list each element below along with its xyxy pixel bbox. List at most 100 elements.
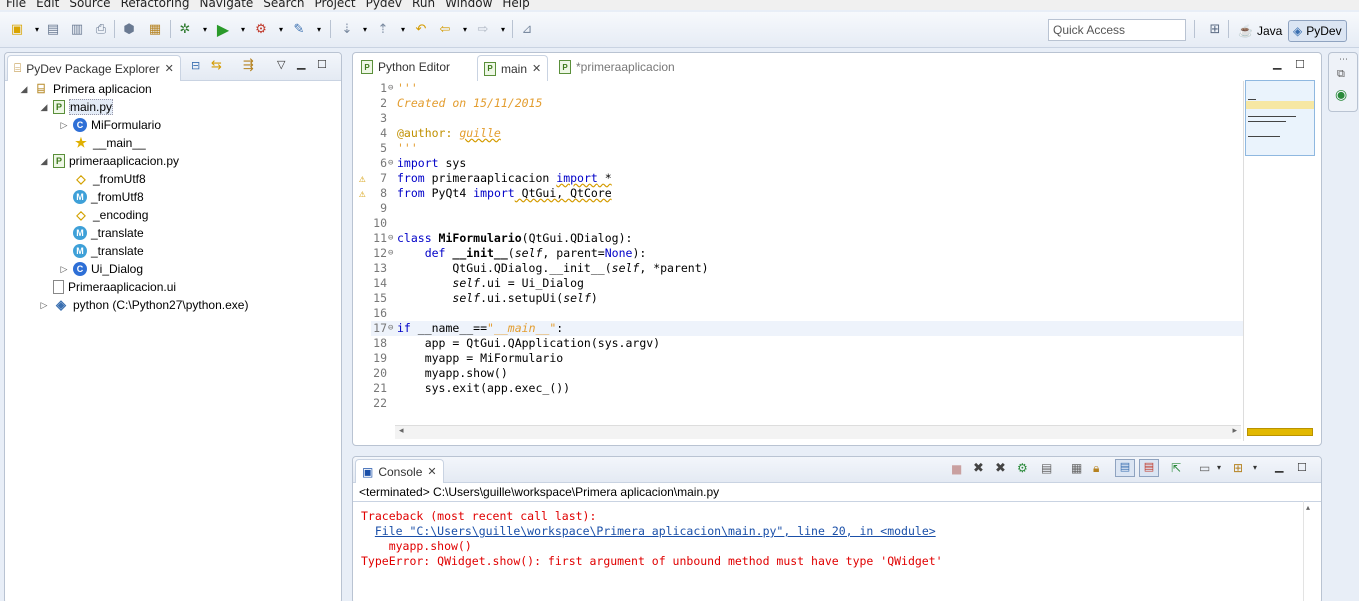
menu-help[interactable]: Help xyxy=(502,0,535,10)
show-on-stderr-icon[interactable]: ▤ xyxy=(1139,459,1159,477)
dropdown-arrow-icon[interactable]: ▾ xyxy=(272,20,290,38)
collapsed-icon[interactable]: ▷ xyxy=(59,120,69,131)
tree-item[interactable]: ◢ P primeraaplicacion.py xyxy=(39,152,179,170)
close-icon[interactable]: ✕ xyxy=(427,465,436,478)
menu-window[interactable]: Window xyxy=(445,0,498,10)
tree-item[interactable]: M _translate xyxy=(59,224,144,242)
next-annotation-icon[interactable]: ⇣ xyxy=(338,20,356,38)
menu-project[interactable]: Project xyxy=(315,0,362,10)
new-file-icon[interactable]: ▣ xyxy=(8,20,26,38)
collapsed-icon[interactable]: ▷ xyxy=(59,264,69,275)
minimap[interactable] xyxy=(1245,80,1315,156)
dropdown-arrow-icon[interactable]: ▾ xyxy=(494,20,512,38)
print-icon[interactable]: ⎙ xyxy=(92,20,110,38)
close-icon[interactable]: ✕ xyxy=(532,62,541,75)
maximize-icon[interactable]: ☐ xyxy=(1295,58,1305,71)
clear-console-icon[interactable]: ▦ xyxy=(1071,461,1082,475)
fold-icon[interactable]: ⊖ xyxy=(388,246,393,261)
focus-active-task-icon[interactable]: ⇶ xyxy=(243,58,254,73)
perspective-pydev-button[interactable]: ◈ PyDev xyxy=(1288,20,1347,42)
scroll-up-icon[interactable]: ▴ xyxy=(1306,503,1310,512)
close-icon[interactable]: ✕ xyxy=(165,62,174,75)
tree-item[interactable]: M _translate xyxy=(59,242,144,260)
tree-item[interactable]: ◇ _encoding xyxy=(59,206,148,224)
collapse-all-icon[interactable]: ⊟ xyxy=(191,59,200,72)
view-menu-icon[interactable]: ▽ xyxy=(277,58,285,71)
maximize-icon[interactable]: ☐ xyxy=(317,58,327,71)
tree-item[interactable]: ◇ _fromUtf8 xyxy=(59,170,145,188)
dropdown-arrow-icon[interactable]: ▾ xyxy=(196,20,214,38)
dropdown-arrow-icon[interactable]: ▾ xyxy=(356,20,374,38)
external-tools-icon[interactable]: ⚙ xyxy=(252,20,270,38)
open-console-icon[interactable]: ⊞ xyxy=(1233,461,1243,475)
warning-icon[interactable]: ⚠ xyxy=(359,171,366,186)
tree-item[interactable]: ▷ C Ui_Dialog xyxy=(59,260,143,278)
dropdown-arrow-icon[interactable]: ▾ xyxy=(456,20,474,38)
tab-console[interactable]: ▣ Console ✕ xyxy=(355,459,444,483)
tree-item[interactable]: ★ __main__ xyxy=(59,134,146,152)
tab-package-explorer[interactable]: ⌸ PyDev Package Explorer ✕ xyxy=(7,55,181,81)
expanded-icon[interactable]: ◢ xyxy=(19,84,29,95)
save-all-icon[interactable]: ▥ xyxy=(68,20,86,38)
build-icon[interactable]: ⬢ xyxy=(120,20,138,38)
last-edit-location-icon[interactable]: ↶ xyxy=(412,20,430,38)
tab-python-editor[interactable]: P Python Editor xyxy=(355,55,456,79)
link-with-editor-icon[interactable]: ⇆ xyxy=(211,58,222,73)
collapsed-icon[interactable]: ▷ xyxy=(39,300,49,311)
code-editor[interactable]: 1 ⊖ ''' 2 Created on 15/11/2015 3 4 @author:… xyxy=(359,81,1243,421)
dropdown-arrow-icon[interactable]: ▾ xyxy=(1253,463,1257,472)
terminate-icon[interactable]: ■ xyxy=(951,462,962,476)
dropdown-arrow-icon[interactable]: ▾ xyxy=(1217,463,1221,472)
console-output[interactable]: Traceback (most recent call last): File … xyxy=(361,509,943,569)
open-perspective-icon[interactable]: ⊞ xyxy=(1206,20,1224,38)
console-vertical-scrollbar[interactable]: ▴ xyxy=(1303,501,1315,601)
minimize-icon[interactable]: ▁ xyxy=(1275,460,1283,473)
tree-item[interactable]: M _fromUtf8 xyxy=(59,188,144,206)
remove-launch-icon[interactable]: ✖ xyxy=(973,461,984,476)
menu-search[interactable]: Search xyxy=(263,0,310,10)
perspective-java-button[interactable]: ☕ Java xyxy=(1234,20,1286,42)
back-icon[interactable]: ⇦ xyxy=(436,20,454,38)
fold-icon[interactable]: ⊖ xyxy=(388,81,393,96)
restore-icon[interactable]: ⧉ xyxy=(1337,67,1345,81)
tree-item[interactable]: ◢ ⌸ Primera aplicacion xyxy=(19,80,152,98)
tree-item[interactable]: ▷ C MiFormulario xyxy=(59,116,161,134)
minimize-icon[interactable]: ▁ xyxy=(1273,57,1281,70)
previous-annotation-icon[interactable]: ⇡ xyxy=(374,20,392,38)
outline-view-icon[interactable]: ◉ xyxy=(1335,87,1347,103)
maximize-icon[interactable]: ☐ xyxy=(1297,461,1307,474)
overview-warning-marker[interactable] xyxy=(1247,428,1313,436)
debug-icon[interactable]: ✲ xyxy=(176,20,194,38)
warning-icon[interactable]: ⚠ xyxy=(359,186,366,201)
remove-all-terminated-icon[interactable]: ✖ xyxy=(995,461,1006,476)
fold-icon[interactable]: ⊖ xyxy=(388,321,393,336)
horizontal-scrollbar[interactable]: ◂ ▸ xyxy=(395,425,1241,439)
quick-access-input[interactable]: Quick Access xyxy=(1048,19,1186,41)
menu-source[interactable]: Source xyxy=(69,0,116,10)
menu-run[interactable]: Run xyxy=(412,0,441,10)
tree-item[interactable]: ▷ ◈ python (C:\Python27\python.exe) xyxy=(39,296,249,314)
menu-pydev[interactable]: Pydev xyxy=(366,0,408,10)
menu-edit[interactable]: Edit xyxy=(36,0,65,10)
tree-item[interactable]: ◢ P main.py xyxy=(39,98,114,116)
scroll-right-icon[interactable]: ▸ xyxy=(1232,426,1237,436)
dropdown-arrow-icon[interactable]: ▾ xyxy=(234,20,252,38)
run-icon[interactable]: ▶ xyxy=(214,20,232,39)
save-icon[interactable]: ▤ xyxy=(44,20,62,38)
fold-icon[interactable]: ⊖ xyxy=(388,231,393,246)
open-type-icon[interactable]: ▦ xyxy=(146,20,164,38)
scroll-lock-icon[interactable]: 🔒︎ xyxy=(1093,461,1099,476)
pin-console-icon[interactable]: ⇱ xyxy=(1171,461,1181,475)
tab-primeraaplicacion[interactable]: P *primeraaplicacion xyxy=(553,55,681,79)
tab-main[interactable]: P main ✕ xyxy=(477,55,549,81)
tree-item[interactable]: Primeraaplicacion.ui xyxy=(39,278,176,296)
traceback-file-link[interactable]: File "C:\Users\guille\workspace\Primera … xyxy=(375,524,936,538)
fold-icon[interactable]: ⊖ xyxy=(388,156,393,171)
dropdown-arrow-icon[interactable]: ▾ xyxy=(394,20,412,38)
pydev-debug-console-icon[interactable]: ⚙ xyxy=(1017,461,1028,475)
expanded-icon[interactable]: ◢ xyxy=(39,156,49,167)
expanded-icon[interactable]: ◢ xyxy=(39,102,49,113)
python-icon[interactable]: ✎ xyxy=(290,20,308,38)
console-view-icon[interactable]: ▤ xyxy=(1041,461,1052,475)
scroll-left-icon[interactable]: ◂ xyxy=(399,426,404,436)
